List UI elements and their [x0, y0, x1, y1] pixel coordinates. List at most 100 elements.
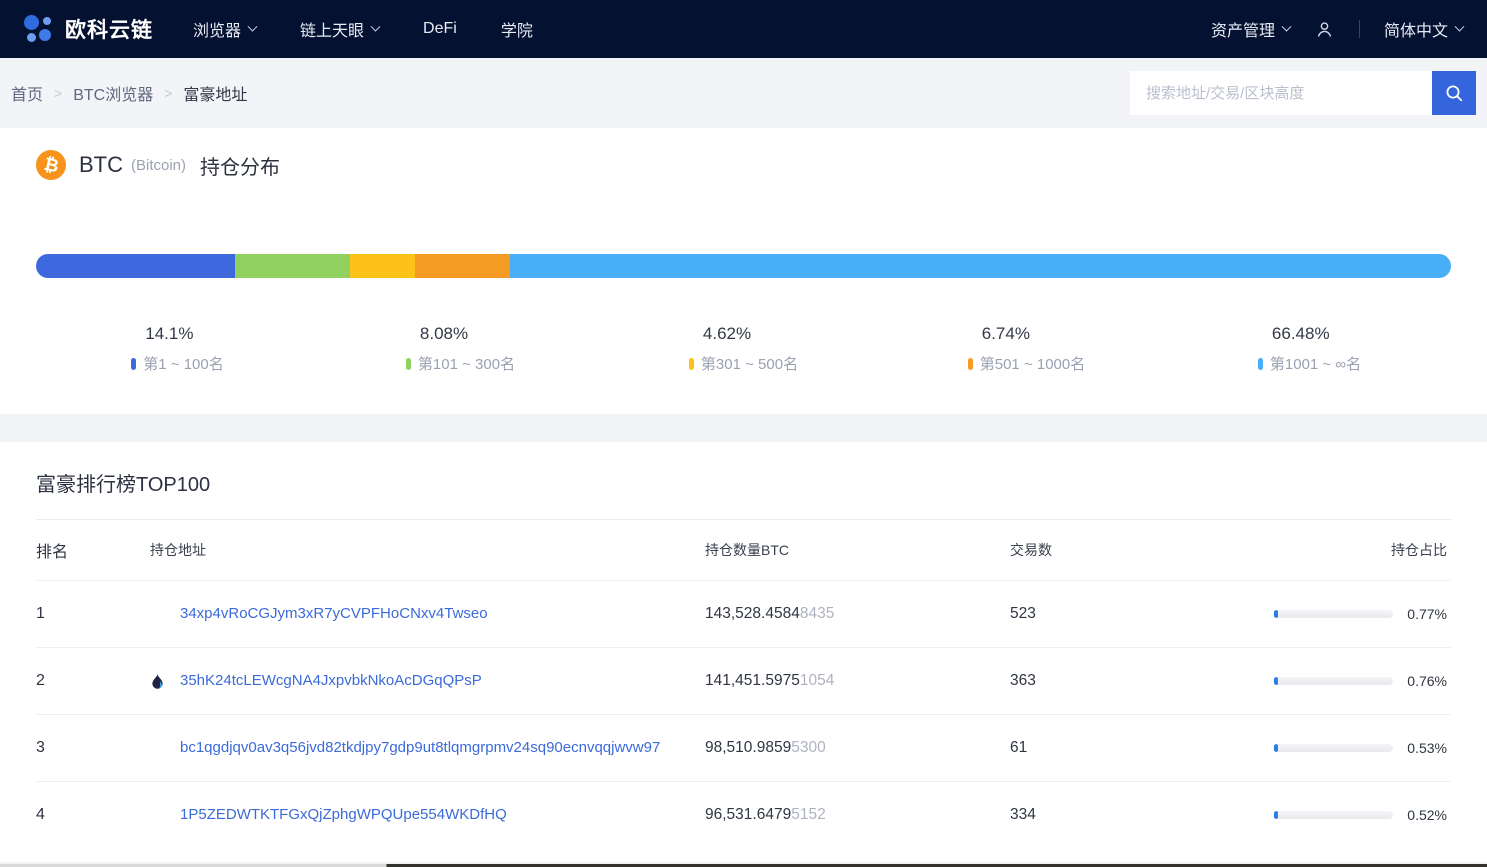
- share-progress-bar: [1273, 677, 1393, 685]
- table-row: 3 bc1qgdjqv0av3q56jvd82tkdjpy7gdp9ut8tlq…: [36, 714, 1451, 781]
- amount-cell: 141,451.59751054: [705, 652, 1010, 710]
- amount-main: 143,528.4584: [705, 605, 800, 622]
- nav-item-label: 浏览器: [193, 17, 241, 41]
- table-row: 4 1P5ZEDWTKTFGxQjZphgWPQUpe554WKDfHQ 96,…: [36, 781, 1451, 848]
- share-percent: 0.76%: [1403, 673, 1447, 689]
- tx-count-cell: 61: [1010, 719, 1273, 777]
- rank-cell: 4: [36, 786, 150, 844]
- legend-item: 8.08% 第101 ~ 300名: [319, 324, 602, 374]
- share-percent: 0.77%: [1403, 606, 1447, 622]
- nav-item-asset-management[interactable]: 资产管理: [1211, 17, 1290, 41]
- search-input[interactable]: [1130, 71, 1432, 115]
- legend-item: 4.62% 第301 ~ 500名: [602, 324, 885, 374]
- coin-fullname: (Bitcoin): [131, 157, 186, 174]
- user-account-icon[interactable]: [1314, 19, 1335, 40]
- breadcrumb-home[interactable]: 首页: [11, 81, 43, 105]
- address-cell: 34xp4vRoCGJym3xR7yCVPFHoCNxv4Twseo: [150, 581, 705, 647]
- breadcrumb-separator: >: [54, 85, 62, 101]
- amount-cell: 143,528.45848435: [705, 585, 1010, 643]
- amount-tail: 5152: [791, 806, 825, 823]
- nav-item-explorer[interactable]: 浏览器: [193, 17, 256, 41]
- amount-cell: 98,510.98595300: [705, 719, 1010, 777]
- legend-label: 第301 ~ 500名: [701, 353, 798, 374]
- amount-tail: 1054: [800, 672, 834, 689]
- legend-percent: 6.74%: [968, 324, 1086, 344]
- table-title: 富豪排行榜TOP100: [0, 442, 1487, 519]
- legend-percent: 8.08%: [406, 324, 515, 344]
- legend-percent: 14.1%: [131, 324, 223, 344]
- distribution-header: ₿ BTC (Bitcoin) 持仓分布: [36, 150, 1451, 180]
- subheader: 首页 > BTC浏览器 > 富豪地址: [0, 58, 1487, 128]
- navbar-right: 资产管理 简体中文: [1211, 17, 1463, 41]
- amount-main: 141,451.5975: [705, 672, 800, 689]
- col-header-share: 持仓占比: [1273, 522, 1447, 578]
- tx-count-cell: 523: [1010, 585, 1273, 643]
- share-percent: 0.52%: [1403, 807, 1447, 823]
- address-cell: 1P5ZEDWTKTFGxQjZphgWPQUpe554WKDfHQ: [150, 782, 705, 848]
- breadcrumb: 首页 > BTC浏览器 > 富豪地址: [11, 81, 247, 105]
- btc-coin-icon: ₿: [36, 150, 66, 180]
- coin-symbol: BTC: [79, 152, 123, 178]
- bar-segment-301-500: [350, 254, 415, 278]
- holdings-distribution-card: ₿ BTC (Bitcoin) 持仓分布 14.1% 第1 ~ 100名 8.0…: [0, 128, 1487, 414]
- nav-item-label: 学院: [501, 17, 533, 41]
- amount-main: 98,510.9859: [705, 739, 791, 756]
- navbar-divider: [1359, 20, 1360, 38]
- rank-cell: 2: [36, 652, 150, 710]
- search-box: [1130, 71, 1476, 115]
- address-link[interactable]: 35hK24tcLEWcgNA4JxpvbkNkoAcDGqQPsP: [180, 668, 482, 694]
- search-icon: [1444, 83, 1464, 103]
- rank-cell: 3: [36, 719, 150, 777]
- col-header-tx-count: 交易数: [1010, 522, 1273, 578]
- table-row: 1 34xp4vRoCGJym3xR7yCVPFHoCNxv4Twseo 143…: [36, 580, 1451, 647]
- legend-marker-icon: [406, 358, 411, 370]
- legend-item: 6.74% 第501 ~ 1000名: [885, 324, 1168, 374]
- legend-label: 第1 ~ 100名: [143, 353, 223, 374]
- nav-item-chaintelligence[interactable]: 链上天眼: [300, 17, 379, 41]
- share-cell: 0.77%: [1273, 586, 1447, 642]
- legend-marker-icon: [689, 358, 694, 370]
- nav-item-label: DeFi: [423, 20, 457, 38]
- address-cell: bc1qgdjqv0av3q56jvd82tkdjpy7gdp9ut8tlqmg…: [150, 715, 705, 781]
- table-header-row: 排名 持仓地址 持仓数量BTC 交易数 持仓占比: [36, 519, 1451, 580]
- distribution-legend: 14.1% 第1 ~ 100名 8.08% 第101 ~ 300名 4.62% …: [36, 324, 1451, 374]
- address-link[interactable]: 34xp4vRoCGJym3xR7yCVPFHoCNxv4Twseo: [180, 601, 488, 627]
- address-cell: 35hK24tcLEWcgNA4JxpvbkNkoAcDGqQPsP: [150, 648, 705, 714]
- search-button[interactable]: [1432, 71, 1476, 115]
- share-progress-fill: [1274, 744, 1278, 752]
- exchange-flame-icon: [150, 673, 180, 690]
- legend-percent: 66.48%: [1258, 324, 1361, 344]
- share-progress-fill: [1274, 677, 1278, 685]
- amount-main: 96,531.6479: [705, 806, 791, 823]
- oklink-logo-icon: [24, 14, 54, 44]
- nav-item-label: 链上天眼: [300, 17, 364, 41]
- nav-item-defi[interactable]: DeFi: [423, 17, 457, 41]
- bar-segment-501-1000: [415, 254, 510, 278]
- breadcrumb-current: 富豪地址: [183, 81, 247, 105]
- legend-marker-icon: [131, 358, 136, 370]
- chevron-down-icon: [1282, 21, 1292, 31]
- table-row: 2 35hK24tcLEWcgNA4JxpvbkNkoAcDGqQPsP 141…: [36, 647, 1451, 714]
- tx-count-cell: 334: [1010, 786, 1273, 844]
- share-cell: 0.52%: [1273, 787, 1447, 843]
- col-header-rank: 排名: [36, 520, 150, 580]
- address-link[interactable]: 1P5ZEDWTKTFGxQjZphgWPQUpe554WKDfHQ: [180, 802, 507, 828]
- share-progress-fill: [1274, 610, 1278, 618]
- col-header-amount: 持仓数量BTC: [705, 522, 1010, 578]
- share-cell: 0.53%: [1273, 720, 1447, 776]
- rank-cell: 1: [36, 585, 150, 643]
- nav-item-language[interactable]: 简体中文: [1384, 17, 1463, 41]
- distribution-title: 持仓分布: [200, 151, 280, 180]
- oklink-logo[interactable]: 欧科云链: [24, 14, 153, 44]
- breadcrumb-btc-explorer[interactable]: BTC浏览器: [73, 81, 153, 105]
- nav-item-label: 资产管理: [1211, 17, 1275, 41]
- address-link[interactable]: bc1qgdjqv0av3q56jvd82tkdjpy7gdp9ut8tlqmg…: [180, 735, 660, 761]
- nav-item-academy[interactable]: 学院: [501, 17, 533, 41]
- legend-marker-icon: [968, 358, 973, 370]
- legend-item: 14.1% 第1 ~ 100名: [36, 324, 319, 374]
- chevron-down-icon: [248, 21, 258, 31]
- amount-cell: 96,531.64795152: [705, 786, 1010, 844]
- bar-segment-101-300: [235, 254, 349, 278]
- main-nav: 浏览器 链上天眼 DeFi 学院: [193, 17, 533, 41]
- tx-count-cell: 363: [1010, 652, 1273, 710]
